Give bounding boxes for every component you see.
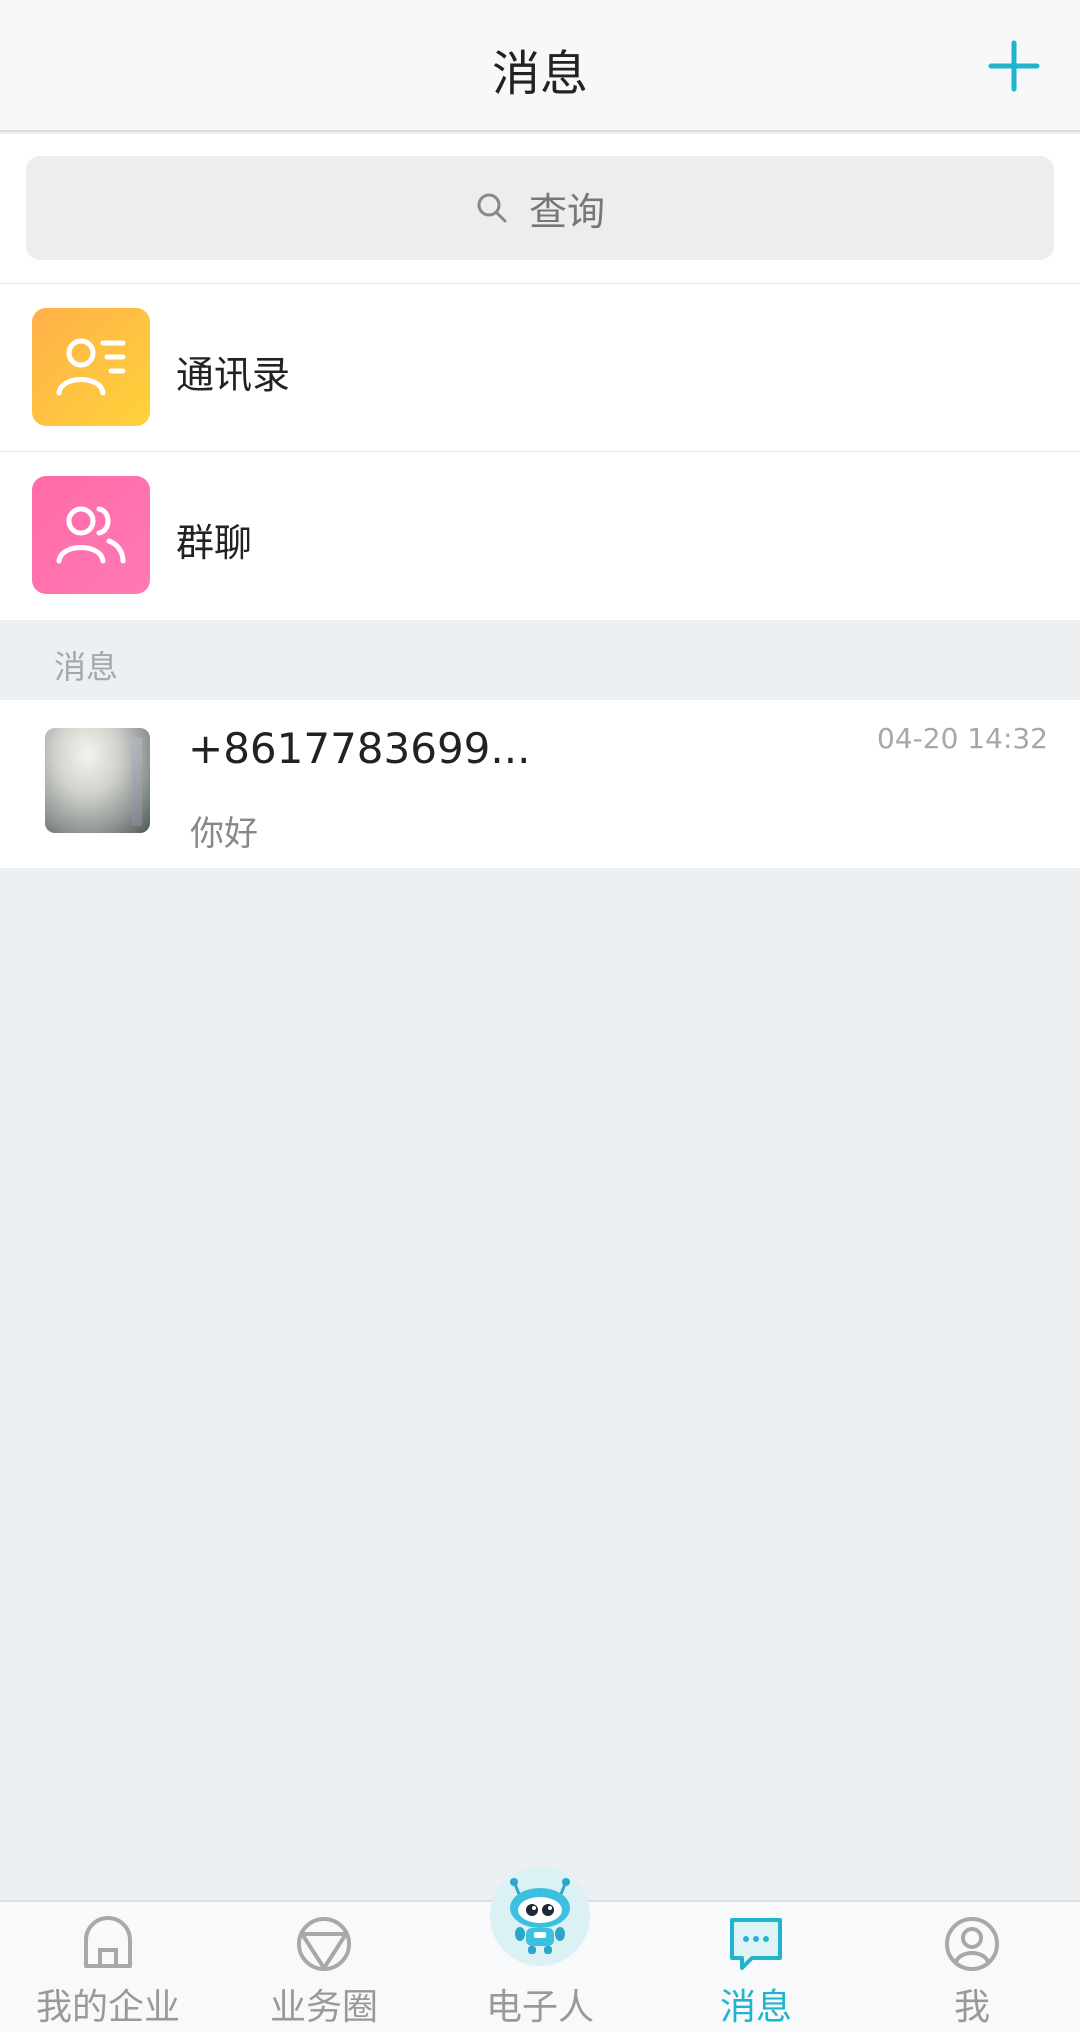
tab-message[interactable]: 消息 bbox=[648, 1902, 864, 2032]
search-section: 查询 bbox=[0, 134, 1080, 284]
group-chat-entry[interactable]: 群聊 bbox=[0, 452, 1080, 620]
bottom-tab-bar: 我的企业 业务圈 电子人 消息 我 bbox=[0, 1866, 1080, 2032]
tab-label: 消息 bbox=[719, 1987, 792, 2028]
search-placeholder: 查询 bbox=[528, 189, 605, 234]
page-title: 消息 bbox=[491, 46, 588, 102]
contacts-label: 通讯录 bbox=[176, 353, 291, 397]
message-icon bbox=[730, 1918, 782, 1970]
conversation-time: 04-20 14:32 bbox=[877, 722, 1048, 755]
tab-profile[interactable]: 我 bbox=[864, 1902, 1080, 2032]
top-bar: 消息 bbox=[0, 0, 1080, 132]
search-input[interactable]: 查询 bbox=[26, 156, 1054, 260]
tab-label: 我的企业 bbox=[35, 1987, 180, 2028]
conversation-preview: 你好 bbox=[190, 814, 258, 854]
group-chat-label: 群聊 bbox=[176, 521, 253, 565]
tab-robot[interactable]: 电子人 bbox=[432, 1866, 648, 2032]
profile-icon bbox=[945, 1917, 999, 1971]
tab-enterprise[interactable]: 我的企业 bbox=[0, 1902, 216, 2032]
avatar bbox=[45, 728, 150, 833]
contacts-icon bbox=[32, 308, 150, 426]
list-item[interactable]: +8617783699... 04-20 14:32 你好 bbox=[0, 700, 1080, 868]
business-circle-icon bbox=[297, 1917, 351, 1971]
tab-label: 业务圈 bbox=[269, 1987, 378, 2028]
conversation-name: +8617783699... bbox=[188, 724, 531, 773]
search-icon bbox=[477, 193, 507, 223]
robot-icon bbox=[490, 1866, 590, 1966]
section-header: 消息 bbox=[0, 620, 1080, 700]
group-chat-icon bbox=[32, 476, 150, 594]
plus-icon[interactable] bbox=[988, 40, 1040, 92]
enterprise-icon bbox=[84, 1916, 132, 1968]
tab-label: 电子人 bbox=[485, 1987, 594, 2028]
tab-label: 我 bbox=[953, 1987, 990, 2028]
contacts-entry[interactable]: 通讯录 bbox=[0, 284, 1080, 452]
tab-business-circle[interactable]: 业务圈 bbox=[216, 1902, 432, 2032]
section-label: 消息 bbox=[54, 648, 119, 686]
